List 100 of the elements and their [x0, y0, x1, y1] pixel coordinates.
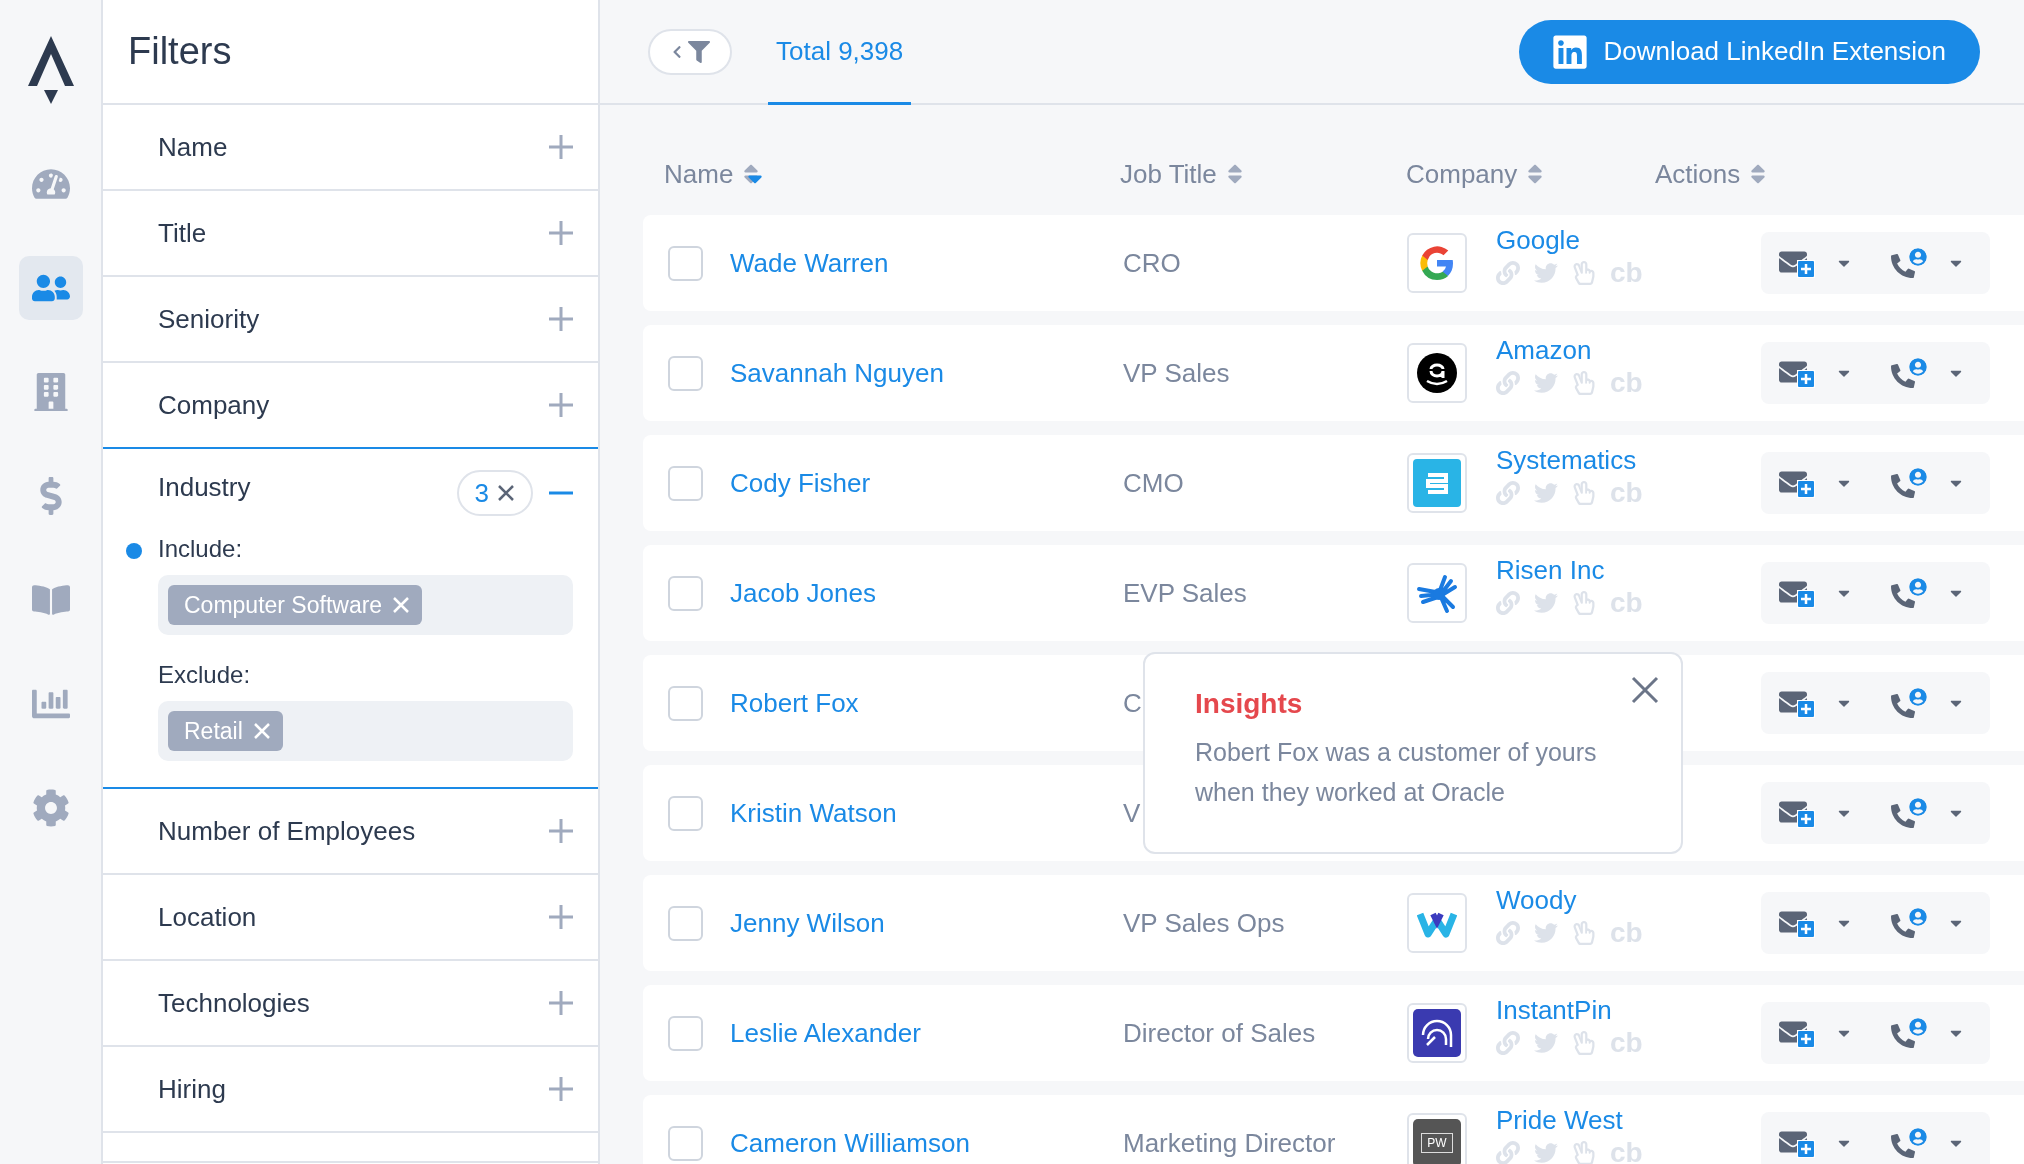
peace-hand-icon[interactable] [1572, 371, 1596, 395]
filter-label: Company [158, 389, 271, 421]
person-name[interactable]: Cody Fisher [730, 467, 871, 498]
sort-icon[interactable] [1527, 162, 1544, 186]
link-icon[interactable] [1496, 591, 1520, 615]
filter-label: Number of Employees [158, 815, 417, 847]
link-icon[interactable] [1496, 371, 1520, 395]
filter-section[interactable]: Seniority [103, 277, 598, 363]
company-name[interactable]: Pride West [1496, 1105, 1623, 1135]
twitter-icon[interactable] [1534, 481, 1558, 505]
filter-toggle-button[interactable] [648, 28, 732, 75]
phone-contact-icon [1891, 468, 1927, 498]
filter-label: Location [158, 901, 258, 933]
company-name[interactable]: Systematics [1496, 445, 1637, 475]
filter-label: Seniority [158, 303, 261, 335]
plus-icon[interactable] [549, 307, 573, 331]
filter-section[interactable]: Location [103, 875, 598, 961]
job-title: EVP Sales [1123, 577, 1247, 608]
plus-icon[interactable] [549, 393, 573, 417]
plus-icon[interactable] [549, 819, 573, 843]
tag-field[interactable]: Computer Software [158, 575, 573, 635]
person-name[interactable]: Jacob Jones [730, 577, 876, 608]
peace-hand-icon[interactable] [1572, 591, 1596, 615]
filter-section[interactable]: Industry 3 Include: Computer Software Exclude: Retail [103, 447, 598, 789]
row-checkbox[interactable] [668, 1125, 703, 1161]
column-header[interactable]: Actions [1655, 158, 1741, 190]
filter-section[interactable]: Technologies [103, 961, 598, 1047]
plus-icon[interactable] [549, 221, 573, 245]
column-header[interactable]: Company [1406, 158, 1518, 190]
twitter-icon[interactable] [1534, 921, 1558, 945]
twitter-icon[interactable] [1534, 591, 1558, 615]
person-name[interactable]: Jenny Wilson [730, 907, 885, 938]
remove-icon[interactable] [392, 596, 411, 614]
people-icon[interactable] [18, 256, 83, 320]
section-label: Include: [158, 535, 244, 563]
row-checkbox[interactable] [668, 685, 703, 721]
row-checkbox[interactable] [668, 795, 703, 831]
person-name[interactable]: Wade Warren [730, 247, 889, 278]
filter-section[interactable]: Number of Employees [103, 789, 598, 875]
row-checkbox[interactable] [668, 465, 703, 501]
plus-icon[interactable] [549, 991, 573, 1015]
filter-label: Technologies [158, 987, 311, 1019]
job-title: VP Sales Ops [1123, 907, 1285, 938]
filter-label: Title [158, 217, 208, 249]
sort-icon[interactable] [743, 162, 760, 186]
column-header[interactable]: Job Title [1120, 158, 1217, 190]
job-title: CRO [1123, 247, 1181, 278]
filter-section[interactable]: Name [103, 105, 598, 191]
sort-icon[interactable] [1750, 162, 1767, 186]
peace-hand-icon[interactable] [1572, 921, 1596, 945]
filter-section[interactable]: Company [103, 363, 598, 449]
plus-icon[interactable] [549, 135, 573, 159]
close-button[interactable] [1631, 676, 1659, 704]
row-checkbox[interactable] [668, 245, 703, 281]
company-name[interactable]: Woody [1496, 885, 1577, 915]
company-name[interactable]: Google [1496, 225, 1580, 255]
link-icon[interactable] [1496, 921, 1520, 945]
row-checkbox[interactable] [668, 355, 703, 391]
filter-label: Name [158, 131, 229, 163]
peace-hand-icon[interactable] [1572, 261, 1596, 285]
row-checkbox[interactable] [668, 905, 703, 941]
link-icon[interactable] [1496, 1141, 1520, 1164]
row-checkbox[interactable] [668, 1015, 703, 1051]
job-title: Director of Sales [1123, 1017, 1316, 1048]
column-header[interactable]: Name [664, 158, 734, 190]
app-logo[interactable] [25, 34, 76, 106]
peace-hand-icon[interactable] [1572, 1031, 1596, 1055]
remove-icon[interactable] [252, 722, 271, 740]
company-name[interactable]: Amazon [1496, 335, 1592, 365]
person-name[interactable]: Leslie Alexander [730, 1017, 921, 1048]
plus-icon[interactable] [549, 1077, 573, 1101]
download-button[interactable]: Download LinkedIn Extension [1519, 19, 1980, 84]
peace-hand-icon[interactable] [1572, 481, 1596, 505]
section-label: Exclude: [158, 661, 252, 689]
person-name[interactable]: Savannah Nguyen [730, 357, 944, 388]
total-tab[interactable]: Total 9,398 [768, 0, 912, 105]
company-logo: PW [1413, 1119, 1461, 1164]
row-checkbox[interactable] [668, 575, 703, 611]
company-name[interactable]: InstantPin [1496, 995, 1612, 1025]
twitter-icon[interactable] [1534, 1141, 1558, 1164]
phone-contact-icon [1891, 248, 1927, 278]
person-name[interactable]: Kristin Watson [730, 797, 897, 828]
filter-section[interactable]: Title [103, 191, 598, 277]
company-name[interactable]: Risen Inc [1496, 555, 1605, 585]
tag-field[interactable]: Retail [158, 701, 573, 761]
link-icon[interactable] [1496, 261, 1520, 285]
link-icon[interactable] [1496, 481, 1520, 505]
count-chip[interactable]: 3 [456, 470, 533, 516]
twitter-icon[interactable] [1534, 261, 1558, 285]
company-logo [1416, 352, 1458, 394]
sort-icon[interactable] [1226, 162, 1243, 186]
plus-icon[interactable] [549, 905, 573, 929]
twitter-icon[interactable] [1534, 1031, 1558, 1055]
filter-section[interactable]: Hiring [103, 1047, 598, 1133]
popover-title: Insights [1195, 688, 1304, 720]
link-icon[interactable] [1496, 1031, 1520, 1055]
person-name[interactable]: Robert Fox [730, 687, 859, 718]
twitter-icon[interactable] [1534, 371, 1558, 395]
person-name[interactable]: Cameron Williamson [730, 1127, 970, 1158]
peace-hand-icon[interactable] [1572, 1141, 1596, 1164]
